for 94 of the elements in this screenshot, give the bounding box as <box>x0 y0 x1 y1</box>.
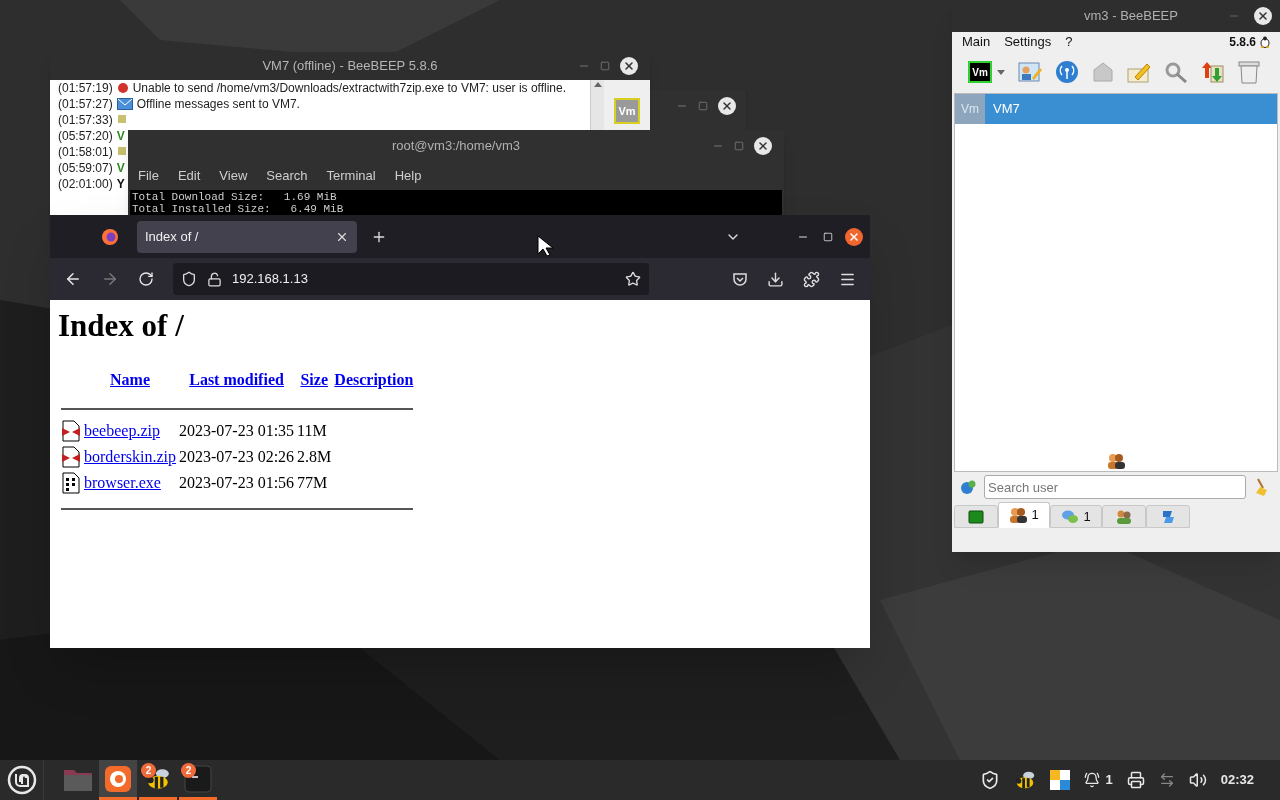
message-time: (05:59:07) <box>58 160 113 176</box>
error-icon <box>116 82 129 94</box>
caret-icon[interactable] <box>997 69 1005 75</box>
panel-tab[interactable]: 1 <box>998 502 1050 528</box>
panel-tab[interactable]: 1 <box>1050 505 1102 528</box>
panel-tab[interactable] <box>954 505 998 528</box>
envelope-icon <box>116 98 133 110</box>
forward-icon[interactable] <box>101 270 119 288</box>
binary-file-icon <box>61 472 81 494</box>
firefox-icon <box>101 227 119 246</box>
message-time: (01:57:33) <box>58 112 113 128</box>
sender-name: V <box>116 128 125 144</box>
window-title: vm3 - BeeBEEP <box>1084 7 1178 26</box>
size-cell-text: 2.8M <box>297 447 332 467</box>
pocket-icon[interactable] <box>732 271 748 287</box>
size-cell-text: 11M <box>297 421 328 441</box>
modified-cell-text: 2023-07-23 01:35 <box>179 421 295 441</box>
reload-icon[interactable] <box>138 271 154 287</box>
group-icon <box>1115 508 1133 525</box>
page-heading: Index of / <box>58 307 185 345</box>
file-link[interactable]: browser.exe <box>84 474 161 491</box>
modified-cell-text: 2023-07-23 02:26 <box>179 447 295 467</box>
note-icon <box>116 114 127 124</box>
profile-edit-icon[interactable] <box>1018 61 1042 83</box>
bee-icon <box>1013 769 1036 791</box>
menu-item[interactable]: Help <box>394 166 422 186</box>
compose-icon[interactable] <box>1127 61 1151 83</box>
terminal-line: Total Download Size: 1.69 MiB <box>131 191 338 203</box>
notification-badge: 2 <box>181 763 196 778</box>
broadcast-icon[interactable] <box>1055 60 1079 84</box>
menu-item[interactable]: Main <box>962 32 991 52</box>
menu-item[interactable]: ? <box>1065 32 1073 52</box>
cursor-icon <box>537 235 555 257</box>
network-icon[interactable] <box>960 479 976 495</box>
archive-icon <box>61 446 81 468</box>
window-title: VM7 (offline) - BeeBEEP 5.8.6 <box>262 57 438 76</box>
message-time: (01:57:19) <box>58 80 113 96</box>
chat-bubbles-icon <box>1061 508 1080 525</box>
transfer-icon[interactable] <box>1201 60 1225 84</box>
column-link[interactable]: Description <box>334 371 414 388</box>
search-field[interactable]: Search user <box>984 475 1246 499</box>
panel-tab[interactable] <box>1102 505 1146 528</box>
menu-item[interactable]: Settings <box>1004 32 1052 52</box>
printer-icon[interactable] <box>1126 771 1145 789</box>
extensions-icon[interactable] <box>803 270 820 288</box>
firefox-icon <box>105 765 131 792</box>
menu-item[interactable]: View <box>219 166 248 186</box>
menu-item[interactable]: Search <box>266 166 308 186</box>
scroll-up-icon[interactable] <box>593 82 602 87</box>
terminal-line: Total Installed Size: 6.49 MiB <box>131 203 345 215</box>
note-icon <box>116 146 127 156</box>
penguin-icon <box>1260 36 1270 48</box>
users-icon <box>1107 453 1125 469</box>
modified-cell-text: 2023-07-23 01:56 <box>179 473 295 493</box>
message-time: (02:01:00) <box>58 176 113 192</box>
message-time: (01:57:27) <box>58 96 113 112</box>
file-transfer-icon <box>1160 508 1176 525</box>
archive-icon <box>61 420 81 442</box>
size-cell-text: 77M <box>297 473 329 493</box>
version-label: 5.8.6 <box>1229 34 1256 51</box>
menu-item[interactable]: Edit <box>177 166 201 186</box>
notification-badge: 2 <box>141 763 156 778</box>
users-icon <box>1009 507 1028 523</box>
download-icon[interactable] <box>767 270 784 288</box>
browser-tab[interactable]: Index of / <box>137 220 357 253</box>
panel-tab[interactable] <box>1146 505 1190 528</box>
message-text: Unable to send /home/vm3/Downloads/extractwith7zip.exe to VM7: user is offline. <box>132 80 567 96</box>
volume-icon[interactable] <box>1188 771 1207 789</box>
file-link[interactable]: borderskin.zip <box>84 448 176 465</box>
message-text: Offline messages sent to VM7. <box>136 96 300 112</box>
message-time: (01:58:01) <box>58 144 113 160</box>
column-link[interactable]: Name <box>110 371 150 388</box>
address-bar[interactable]: 192.168.1.13 <box>173 263 649 295</box>
broom-icon[interactable] <box>1254 478 1270 496</box>
user-avatar: Vm <box>955 94 985 124</box>
sender-name: Y <box>116 176 125 192</box>
network-icon[interactable] <box>1158 772 1175 788</box>
column-link[interactable]: Last modified <box>189 371 284 388</box>
window-title: root@vm3:/home/vm3 <box>391 137 521 156</box>
folder-icon <box>63 768 93 792</box>
column-link[interactable]: Size <box>300 371 328 388</box>
file-link[interactable]: beebeep.zip <box>84 422 160 439</box>
sender-name: V <box>116 160 125 176</box>
screen-icon <box>968 509 984 524</box>
clock[interactable]: 02:32 <box>1220 770 1254 790</box>
menu-item[interactable]: Terminal <box>326 166 376 186</box>
menu-item[interactable]: File <box>138 166 159 186</box>
notification-count: 1 <box>1105 771 1113 790</box>
message-time: (05:57:20) <box>58 128 113 144</box>
tiles-icon[interactable] <box>1049 770 1070 790</box>
notification-icon[interactable] <box>1083 772 1100 788</box>
status-button[interactable]: Vm <box>968 61 992 83</box>
back-icon[interactable] <box>64 270 82 288</box>
taskbar-app[interactable] <box>99 760 137 800</box>
